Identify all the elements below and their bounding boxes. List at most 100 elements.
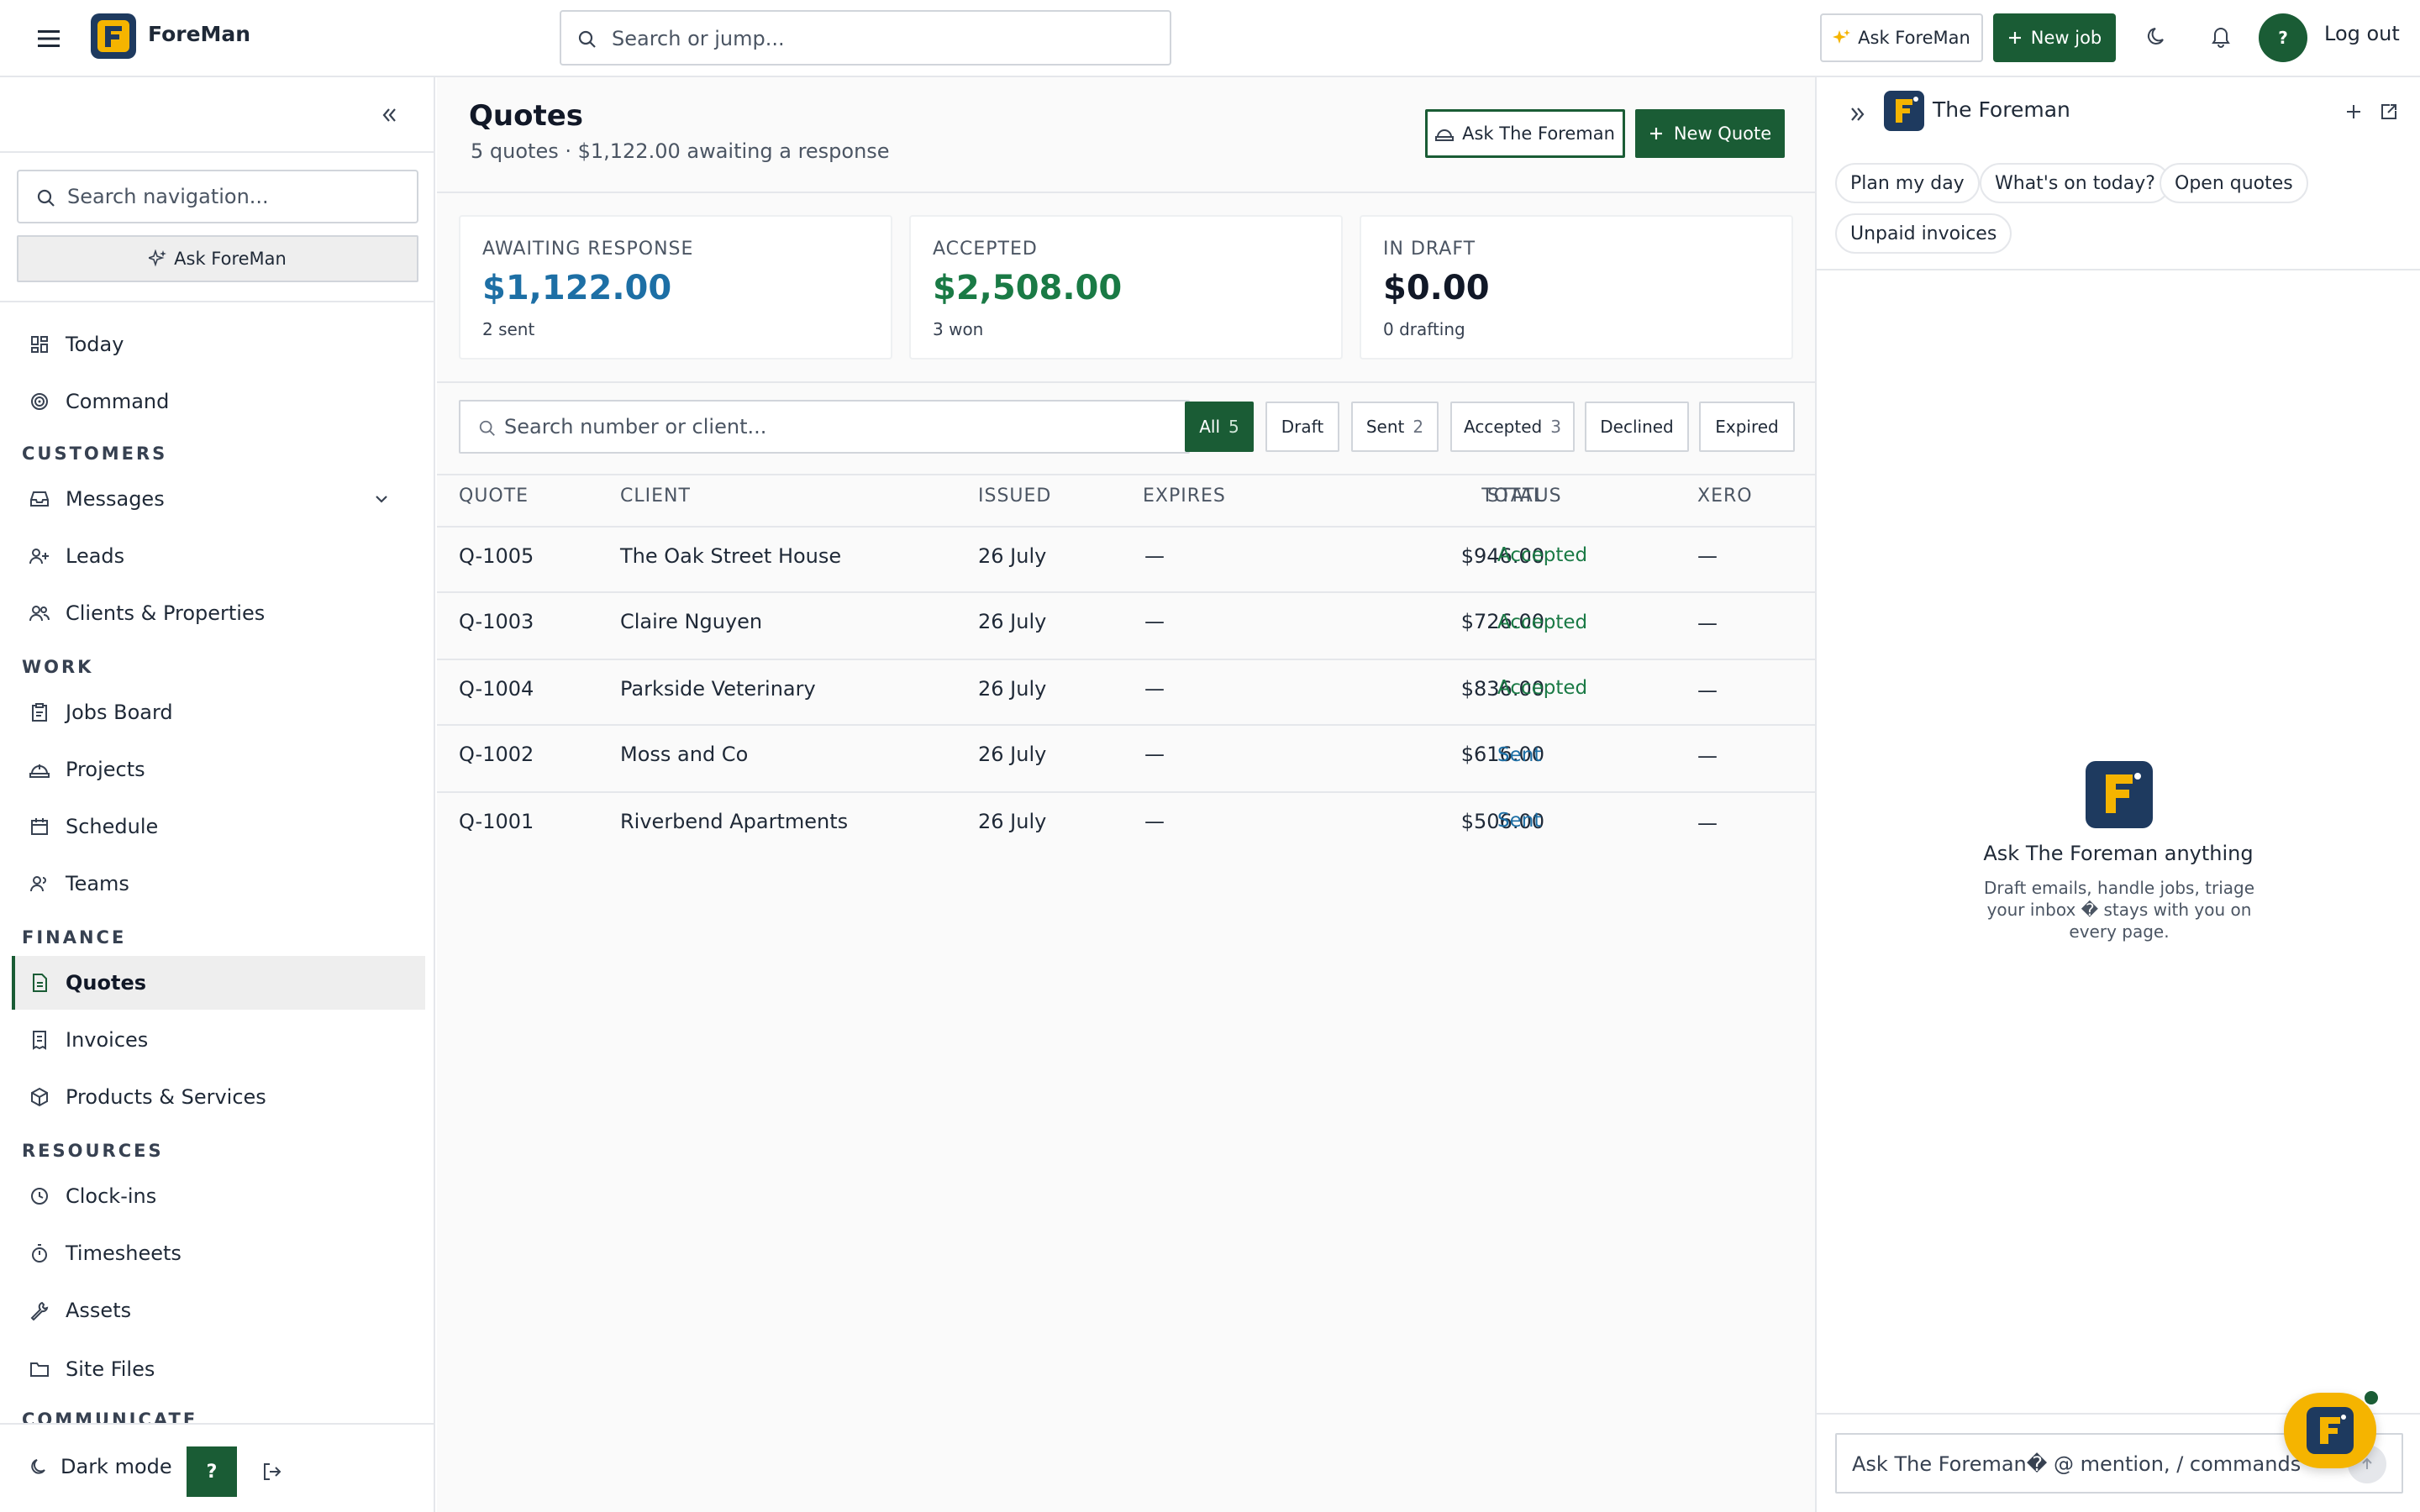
quote-expires: — xyxy=(1144,810,1165,833)
sidebar-item-command[interactable]: Command xyxy=(12,375,425,428)
suggestion-chip[interactable]: What's on today? xyxy=(1980,163,2170,203)
foreman-logo-icon xyxy=(91,13,136,59)
sidebar-item-schedule[interactable]: Schedule xyxy=(12,800,425,853)
quote-client: Parkside Veterinary xyxy=(620,677,816,701)
quote-number[interactable]: Q-1001 xyxy=(459,810,534,833)
external-link-icon[interactable] xyxy=(2378,101,2400,123)
sidebar: Ask ForeMan Today Command CUSTOMERS Mess… xyxy=(0,77,435,1512)
nav-search-input[interactable] xyxy=(67,180,403,213)
new-job-button[interactable]: New job xyxy=(1993,13,2116,62)
logout-link[interactable]: Log out xyxy=(2324,22,2400,45)
sidebar-item-clients[interactable]: Clients & Properties xyxy=(12,586,425,640)
nav-search[interactable] xyxy=(17,170,418,223)
sidebar-item-label: Products & Services xyxy=(66,1085,266,1109)
hard-hat-icon xyxy=(1435,125,1455,142)
quote-number[interactable]: Q-1003 xyxy=(459,610,534,633)
sidebar-item-projects[interactable]: Projects xyxy=(12,743,425,796)
suggestion-chip[interactable]: Open quotes xyxy=(2160,163,2308,203)
sidebar-item-label: Projects xyxy=(66,758,145,781)
ask-the-foreman-button[interactable]: Ask The Foreman xyxy=(1425,109,1625,158)
assistant-title: The Foreman xyxy=(1933,97,2070,122)
ask-foreman-button[interactable]: Ask ForeMan xyxy=(1820,13,1983,62)
filter-accepted[interactable]: Accepted 3 xyxy=(1450,402,1575,452)
filter-label: Expired xyxy=(1715,417,1779,437)
foreman-logo-icon xyxy=(1884,91,1924,131)
divider xyxy=(437,526,1815,528)
menu-icon[interactable] xyxy=(34,24,64,54)
collapse-sidebar-icon[interactable] xyxy=(376,102,402,128)
column-header-expires[interactable]: EXPIRES xyxy=(1143,486,1226,507)
box-icon xyxy=(29,1086,50,1108)
sparkle-icon xyxy=(149,249,167,268)
sidebar-item-today[interactable]: Today xyxy=(12,318,425,371)
page-title: Quotes xyxy=(469,99,584,133)
divider xyxy=(0,151,434,153)
foreman-logo-icon xyxy=(2086,761,2153,828)
sidebar-item-label: Leads xyxy=(66,544,125,568)
sidebar-item-jobs-board[interactable]: Jobs Board xyxy=(12,685,425,739)
sidebar-item-timesheets[interactable]: Timesheets xyxy=(12,1226,425,1280)
column-header-quote[interactable]: QUOTE xyxy=(459,486,529,507)
bell-icon[interactable] xyxy=(2208,23,2233,50)
global-search-input[interactable] xyxy=(612,20,1150,57)
sidebar-item-leads[interactable]: Leads xyxy=(12,529,425,583)
column-header-client[interactable]: CLIENT xyxy=(620,486,691,507)
filter-sent[interactable]: Sent 2 xyxy=(1351,402,1439,452)
column-header-issued[interactable]: ISSUED xyxy=(978,486,1051,507)
sidebar-item-label: Today xyxy=(66,333,124,356)
quote-xero: — xyxy=(1697,744,1718,768)
timer-icon xyxy=(29,1242,50,1264)
quote-search[interactable] xyxy=(459,400,1190,454)
dark-mode-toggle[interactable]: Dark mode xyxy=(29,1455,172,1478)
brand-name[interactable]: ForeMan xyxy=(148,22,250,46)
sidebar-item-invoices[interactable]: Invoices xyxy=(12,1013,425,1067)
quote-expires: — xyxy=(1144,544,1165,568)
column-header-status[interactable]: STATUS xyxy=(1487,486,1562,507)
global-search[interactable] xyxy=(560,10,1171,66)
help-button[interactable]: ? xyxy=(187,1446,237,1497)
quote-search-input[interactable] xyxy=(504,410,1160,444)
sidebar-item-messages[interactable]: Messages xyxy=(12,472,425,526)
quote-number[interactable]: Q-1002 xyxy=(459,743,534,766)
main-content: Quotes 5 quotes · $1,122.00 awaiting a r… xyxy=(437,77,1815,1512)
plus-icon[interactable] xyxy=(2343,101,2365,123)
new-quote-button[interactable]: New Quote xyxy=(1635,109,1785,158)
stat-note: 3 won xyxy=(933,319,984,339)
suggestion-chip[interactable]: Plan my day xyxy=(1835,163,1980,203)
team-icon xyxy=(29,873,50,895)
filter-expired[interactable]: Expired xyxy=(1699,402,1795,452)
sidebar-ask-foreman-button[interactable]: Ask ForeMan xyxy=(17,235,418,282)
moon-icon[interactable] xyxy=(2144,24,2170,49)
sidebar-item-site-files[interactable]: Site Files xyxy=(12,1342,425,1396)
quote-expires: — xyxy=(1144,677,1165,701)
divider xyxy=(437,659,1815,660)
sidebar-item-label: Command xyxy=(66,390,170,413)
filter-draft[interactable]: Draft xyxy=(1265,402,1339,452)
divider xyxy=(437,591,1815,593)
chevron-down-icon[interactable] xyxy=(371,489,392,509)
sidebar-item-products[interactable]: Products & Services xyxy=(12,1070,425,1124)
foreman-fab-button[interactable] xyxy=(2284,1393,2376,1468)
suggestion-chip[interactable]: Unpaid invoices xyxy=(1835,213,2012,254)
status-badge: Accepted xyxy=(1497,677,1588,699)
assistant-input[interactable] xyxy=(1852,1446,2323,1482)
new-job-label: New job xyxy=(2030,28,2102,48)
quote-number[interactable]: Q-1005 xyxy=(459,544,534,568)
filter-all[interactable]: All 5 xyxy=(1185,402,1254,452)
divider xyxy=(437,791,1815,793)
filter-declined[interactable]: Declined xyxy=(1585,402,1689,452)
avatar[interactable]: ? xyxy=(2259,13,2307,62)
stat-label: IN DRAFT xyxy=(1383,239,1476,260)
expand-panel-icon[interactable] xyxy=(1845,102,1869,126)
sidebar-item-clock-ins[interactable]: Clock-ins xyxy=(12,1169,425,1223)
folder-icon xyxy=(29,1358,50,1380)
quote-issued: 26 July xyxy=(978,743,1047,766)
sidebar-item-teams[interactable]: Teams xyxy=(12,857,425,911)
sidebar-item-assets[interactable]: Assets xyxy=(12,1284,425,1337)
filter-label: Draft xyxy=(1281,417,1324,437)
column-header-xero[interactable]: XERO xyxy=(1697,486,1753,507)
stat-card-accepted: ACCEPTED $2,508.00 3 won xyxy=(909,215,1343,360)
sidebar-item-quotes[interactable]: Quotes xyxy=(12,956,425,1010)
quote-number[interactable]: Q-1004 xyxy=(459,677,534,701)
logout-icon[interactable] xyxy=(260,1460,284,1483)
